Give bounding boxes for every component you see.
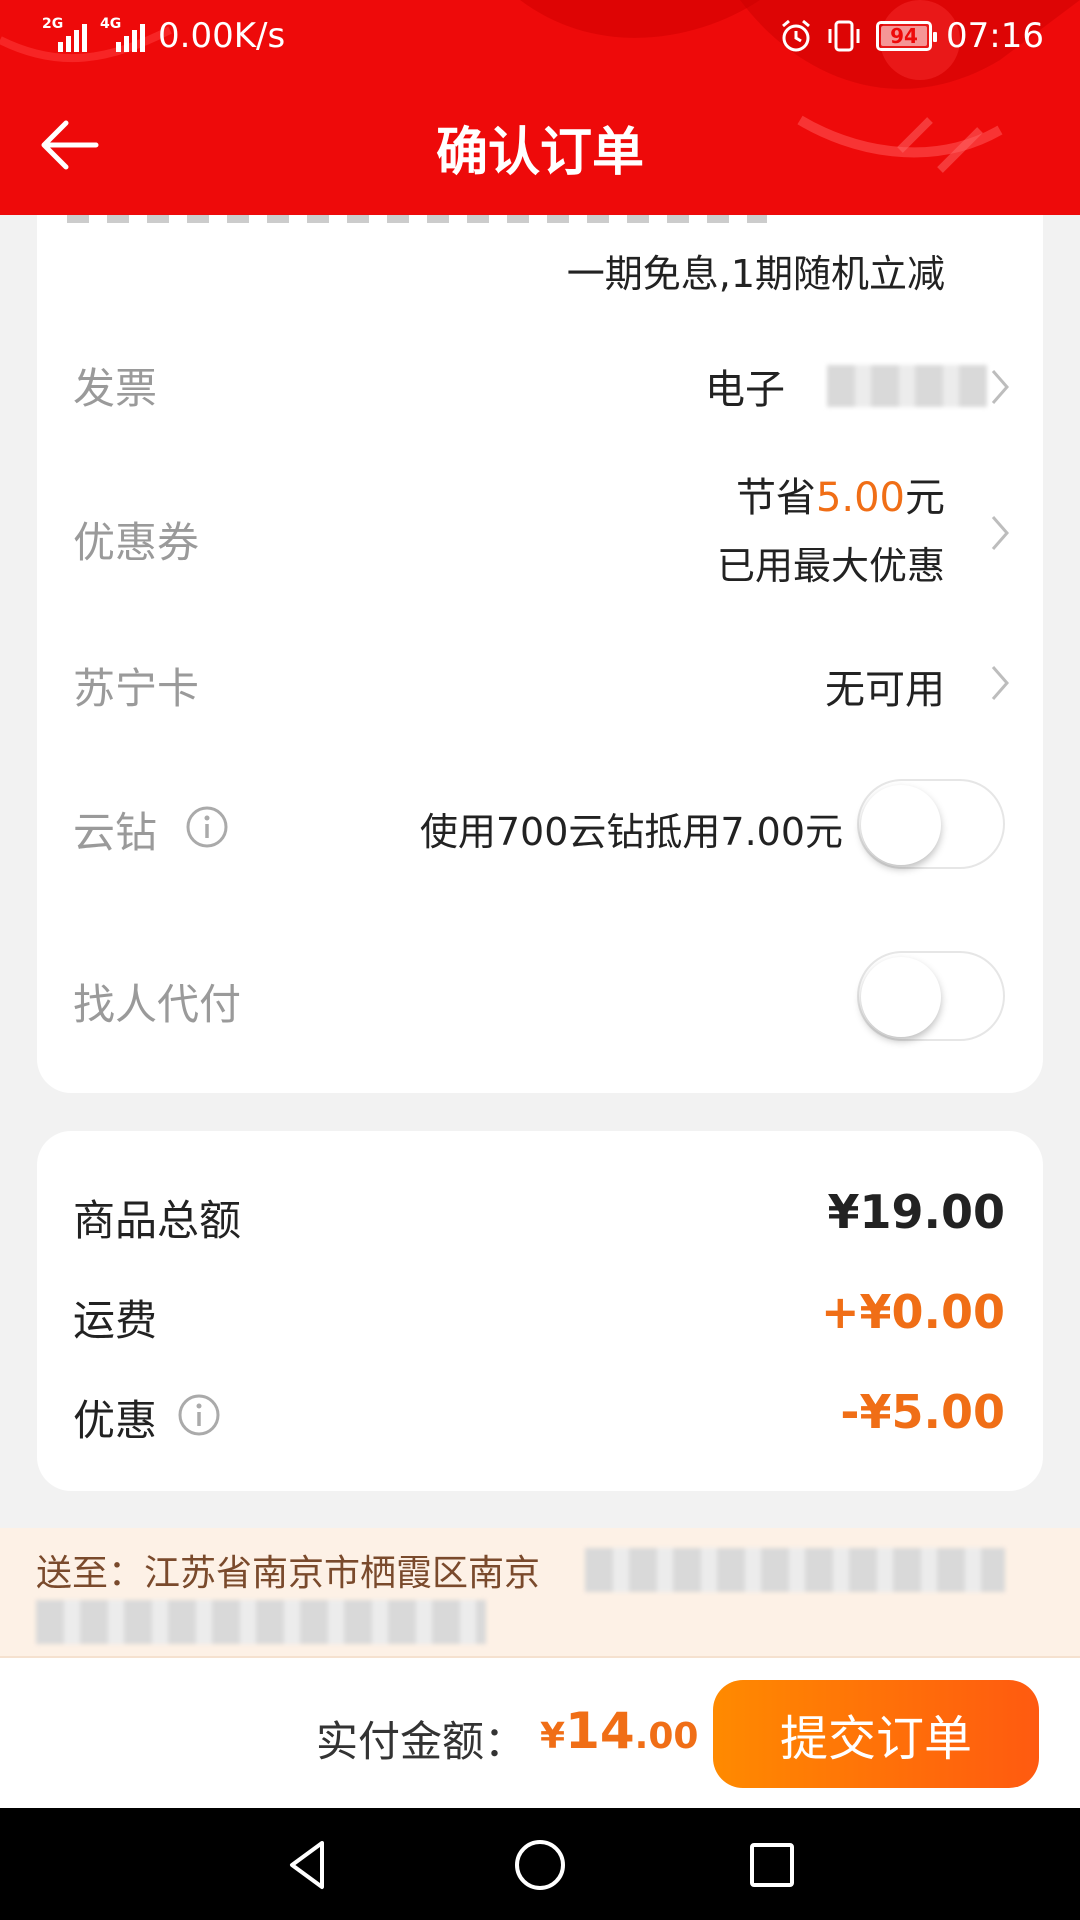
coupon-saving: 节省5.00元 xyxy=(736,465,945,523)
pay-amount: ¥14.00 xyxy=(540,1702,698,1760)
submit-order-button[interactable]: 提交订单 xyxy=(713,1680,1039,1788)
signal-icon-2: 4G xyxy=(100,16,148,56)
toggle-knob xyxy=(861,785,941,865)
suning-card-row[interactable]: 苏宁卡 无可用 xyxy=(37,615,1043,745)
coupon-save-amount: 5.00 xyxy=(815,475,905,521)
goods-total-value: ¥19.00 xyxy=(827,1185,1005,1239)
signal-icon: 2G xyxy=(42,16,90,56)
installment-row: 一期免息,1期随机立减 xyxy=(37,243,1043,296)
discount-value: -¥5.00 xyxy=(840,1385,1005,1439)
coupon-row[interactable]: 优惠券 节省5.00元 已用最大优惠 xyxy=(37,455,1043,615)
status-bar: 2G 4G 0.00K/s 94 07:16 xyxy=(0,0,1080,75)
nav-home-icon[interactable] xyxy=(508,1833,572,1897)
redacted-invoice-text xyxy=(827,365,987,407)
chevron-right-icon xyxy=(991,370,1009,404)
invoice-label: 发票 xyxy=(73,364,158,413)
delivery-address-bar[interactable]: 送至：江苏省南京市栖霞区南京 xyxy=(0,1528,1080,1658)
system-nav-bar xyxy=(0,1808,1080,1920)
invoice-value: 电子 xyxy=(705,367,785,413)
redacted-address-1 xyxy=(585,1548,1005,1592)
pay-label: 实付金额： xyxy=(316,1717,527,1766)
battery-icon: 94 xyxy=(876,21,938,51)
cloud-diamond-toggle[interactable] xyxy=(857,779,1005,869)
alarm-icon xyxy=(782,19,810,52)
shipping-label: 运费 xyxy=(73,1296,158,1345)
goods-total-label: 商品总额 xyxy=(73,1196,242,1245)
nav-recents-icon[interactable] xyxy=(740,1833,804,1897)
suning-card-label: 苏宁卡 xyxy=(73,664,200,713)
info-icon[interactable] xyxy=(185,805,229,849)
coupon-save-prefix: 节省 xyxy=(735,475,816,521)
price-summary-card: 商品总额 ¥19.00 运费 +¥0.00 优惠 -¥5.00 xyxy=(37,1131,1043,1491)
network-speed: 0.00K/s xyxy=(158,16,286,56)
proxy-pay-label: 找人代付 xyxy=(73,980,242,1029)
info-icon[interactable] xyxy=(177,1393,221,1437)
suning-card-value: 无可用 xyxy=(825,667,945,713)
invoice-row[interactable]: 发票 电子 xyxy=(37,315,1043,445)
coupon-status: 已用最大优惠 xyxy=(716,544,945,588)
nav-back-icon[interactable] xyxy=(276,1833,340,1897)
installment-note: 一期免息,1期随机立减 xyxy=(566,252,945,296)
cloud-diamond-label: 云钻 xyxy=(73,808,158,857)
proxy-pay-row: 找人代付 xyxy=(37,925,1043,1065)
coupon-label: 优惠券 xyxy=(73,518,200,567)
coupon-save-suffix: 元 xyxy=(905,475,945,521)
shipping-value: +¥0.00 xyxy=(820,1285,1005,1339)
pay-currency: ¥ xyxy=(540,1716,566,1757)
pay-decimal: .00 xyxy=(634,1716,699,1757)
redacted-address-2 xyxy=(36,1600,486,1644)
chevron-right-icon xyxy=(991,516,1009,550)
vibrate-icon xyxy=(828,20,860,52)
clock: 07:16 xyxy=(946,16,1044,56)
checkout-bar: 实付金额： ¥14.00 提交订单 xyxy=(0,1658,1080,1808)
cloud-diamond-text: 使用700云钻抵用7.00元 xyxy=(419,810,843,854)
chevron-right-icon xyxy=(991,666,1009,700)
delivery-address: 送至：江苏省南京市栖霞区南京 xyxy=(36,1553,541,1594)
battery-level: 94 xyxy=(890,24,918,48)
discount-label: 优惠 xyxy=(73,1396,158,1445)
page-title: 确认订单 xyxy=(435,123,644,183)
proxy-pay-toggle[interactable] xyxy=(857,951,1005,1041)
cut-off-text xyxy=(67,215,767,223)
order-options-card: 一期免息,1期随机立减 发票 电子 优惠券 节省5.00元 已用最大优惠 苏宁卡… xyxy=(37,215,1043,1093)
top-bar: 2G 4G 0.00K/s 94 07:16 确认订单 xyxy=(0,0,1080,215)
cloud-diamond-row: 云钻 使用700云钻抵用7.00元 xyxy=(37,755,1043,895)
pay-integer: 14 xyxy=(565,1702,635,1760)
toggle-knob xyxy=(861,957,941,1037)
